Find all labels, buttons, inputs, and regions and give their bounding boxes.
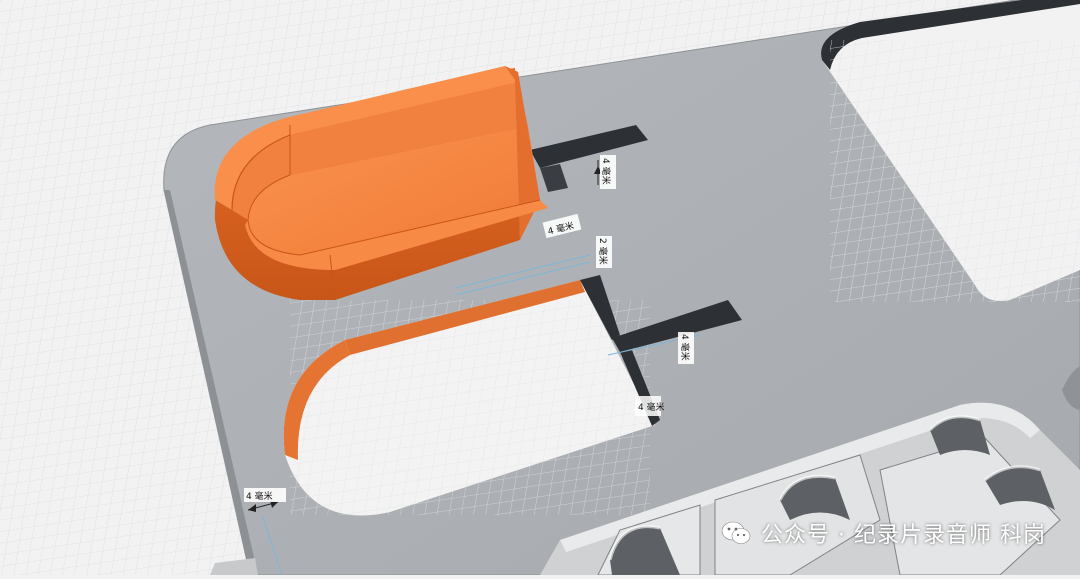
watermark: 公众号 · 纪录片录音师 科岗 <box>721 517 1046 549</box>
dimension-d5[interactable]: 4 毫米 <box>635 396 665 416</box>
wechat-icon <box>721 521 751 544</box>
dimension-label: 4 毫米 <box>679 334 691 361</box>
cutout-top-right-grid <box>830 40 1080 302</box>
dimension-label: 2 毫米 <box>597 238 609 265</box>
pocket-cutout-grid <box>290 300 650 515</box>
dimension-label: 4 毫米 <box>246 490 273 502</box>
dimension-label: 4 毫米 <box>600 158 612 185</box>
watermark-text: 公众号 · 纪录片录音师 科岗 <box>761 523 1046 548</box>
dimension-label: 4 毫米 <box>638 401 665 413</box>
cad-3d-viewport[interactable]: 4 毫米 4 毫米 2 毫米 4 毫米 4 毫米 4 毫米 公众号 · 纪录片录… <box>0 0 1080 576</box>
viewport-canvas[interactable]: 4 毫米 4 毫米 2 毫米 4 毫米 4 毫米 4 毫米 <box>0 0 1080 576</box>
